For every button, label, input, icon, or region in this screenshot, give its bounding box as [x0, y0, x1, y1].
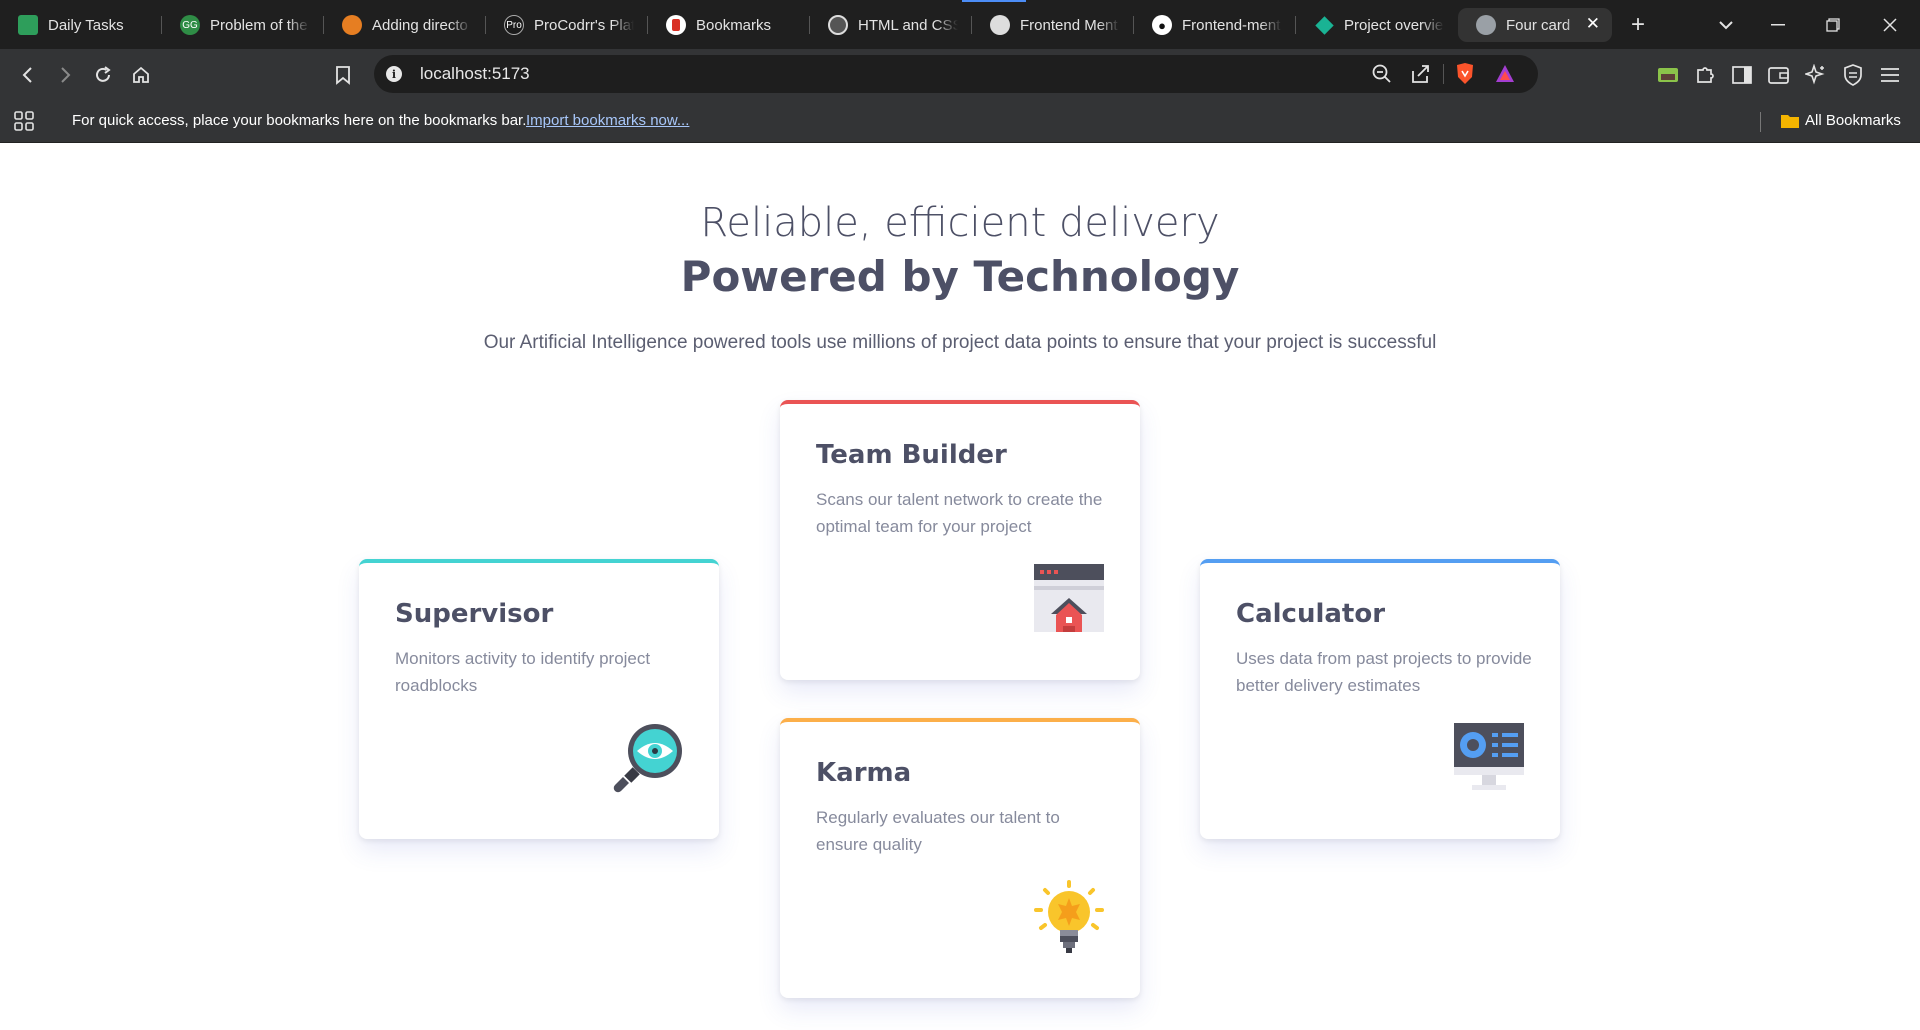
course-icon — [828, 15, 848, 35]
fm-icon — [990, 15, 1010, 35]
close-window-button[interactable] — [1877, 12, 1903, 38]
card-text: Monitors activity to identify project ro… — [395, 649, 651, 695]
diamond-icon — [1314, 15, 1334, 35]
all-bookmarks-label: All Bookmarks — [1805, 112, 1901, 129]
bookmark-site-icon — [666, 15, 686, 35]
gfg-icon: GG — [180, 15, 200, 35]
tab-html-and-css[interactable]: HTML and CSS — [810, 8, 972, 42]
blogger-icon — [342, 15, 362, 35]
magnifier-eye-icon — [613, 724, 682, 793]
wallet-icon[interactable] — [1764, 60, 1794, 90]
card-title: Calculator — [1236, 599, 1386, 629]
tab-bookmarks[interactable]: Bookmarks — [648, 8, 810, 42]
back-button[interactable] — [13, 60, 43, 90]
menu-icon[interactable] — [1875, 60, 1905, 90]
new-tab-button[interactable]: + — [1625, 11, 1651, 38]
bookmark-page-icon[interactable] — [328, 60, 358, 90]
globe-icon — [1476, 15, 1496, 35]
tab-strip: Daily Tasks GG Problem of the Adding dir… — [0, 0, 1920, 49]
bookmarks-hint-text: For quick access, place your bookmarks h… — [72, 112, 527, 129]
address-bar[interactable]: i localhost:5173 — [374, 55, 1538, 93]
card-team-builder: Team Builder Scans our talent network to… — [780, 400, 1140, 680]
sheet-icon — [18, 15, 38, 35]
import-bookmarks-link[interactable]: Import bookmarks now... — [526, 112, 689, 129]
brave-shields-icon[interactable] — [1454, 62, 1476, 91]
card-title: Supervisor — [395, 599, 554, 629]
card-text: Scans our talent network to create the o… — [816, 490, 1103, 536]
tab-four-card[interactable]: Four card ✕ — [1458, 8, 1612, 42]
folder-icon — [1781, 114, 1799, 128]
extensions-puzzle-icon[interactable] — [1690, 60, 1720, 90]
tab-adding-directory[interactable]: Adding directo — [324, 8, 486, 42]
sidebar-toggle-icon[interactable] — [1727, 60, 1757, 90]
team-builder-icon — [1034, 564, 1104, 632]
minimize-button[interactable] — [1765, 12, 1791, 38]
all-bookmarks-button[interactable]: All Bookmarks — [1780, 112, 1901, 129]
tab-search-chevron-icon[interactable] — [1713, 12, 1739, 38]
restore-button[interactable] — [1820, 12, 1846, 38]
procodrr-icon: Pro — [504, 15, 524, 35]
site-info-icon[interactable]: i — [386, 66, 402, 82]
heading-bold: Powered by Technology — [680, 252, 1240, 301]
card-title: Team Builder — [816, 440, 1007, 470]
tab-problem-of-the-day[interactable]: GG Problem of the — [162, 8, 324, 42]
reload-button[interactable] — [88, 60, 118, 90]
tab-daily-tasks[interactable]: Daily Tasks — [0, 8, 162, 42]
extension-icon[interactable] — [1653, 60, 1683, 90]
brave-rewards-icon[interactable] — [1494, 63, 1516, 90]
bookmarks-divider — [1760, 112, 1761, 132]
bookmarks-bar: For quick access, place your bookmarks h… — [0, 100, 1920, 143]
card-text: Uses data from past projects to provide … — [1236, 649, 1532, 695]
apps-grid-icon[interactable] — [13, 110, 35, 137]
browser-toolbar: i localhost:5173 — [0, 49, 1920, 100]
intro-text: Our Artificial Intelligence powered tool… — [483, 332, 1437, 353]
leo-ai-icon[interactable] — [1801, 60, 1831, 90]
card-karma: Karma Regularly evaluates our talent to … — [780, 718, 1140, 998]
card-text: Regularly evaluates our talent to ensure… — [816, 808, 1060, 854]
tab-project-overview[interactable]: Project overvie — [1296, 8, 1458, 42]
card-supervisor: Supervisor Monitors activity to identify… — [359, 559, 719, 839]
lightbulb-icon — [1034, 880, 1104, 953]
active-tab-indicator — [962, 0, 1026, 2]
card-title: Karma — [816, 758, 912, 788]
forward-button[interactable] — [50, 60, 80, 90]
close-tab-icon[interactable]: ✕ — [1586, 14, 1600, 34]
zoom-icon[interactable] — [1371, 63, 1393, 90]
heading-light: Reliable, efficient delivery — [700, 200, 1220, 246]
card-calculator: Calculator Uses data from past projects … — [1200, 559, 1560, 839]
page-content: Reliable, efficient delivery Powered by … — [0, 144, 1920, 1030]
omnibox-divider — [1443, 64, 1444, 84]
github-icon: ● — [1152, 15, 1172, 35]
tab-frontend-mentor[interactable]: Frontend Ment — [972, 8, 1134, 42]
calculator-monitor-icon — [1454, 723, 1524, 790]
share-icon[interactable] — [1410, 63, 1432, 90]
vpn-shield-icon[interactable] — [1838, 60, 1868, 90]
home-button[interactable] — [126, 60, 156, 90]
tab-frontend-mentor-github[interactable]: ● Frontend-ment — [1134, 8, 1296, 42]
tab-procodrr[interactable]: Pro ProCodrr's Plat — [486, 8, 648, 42]
